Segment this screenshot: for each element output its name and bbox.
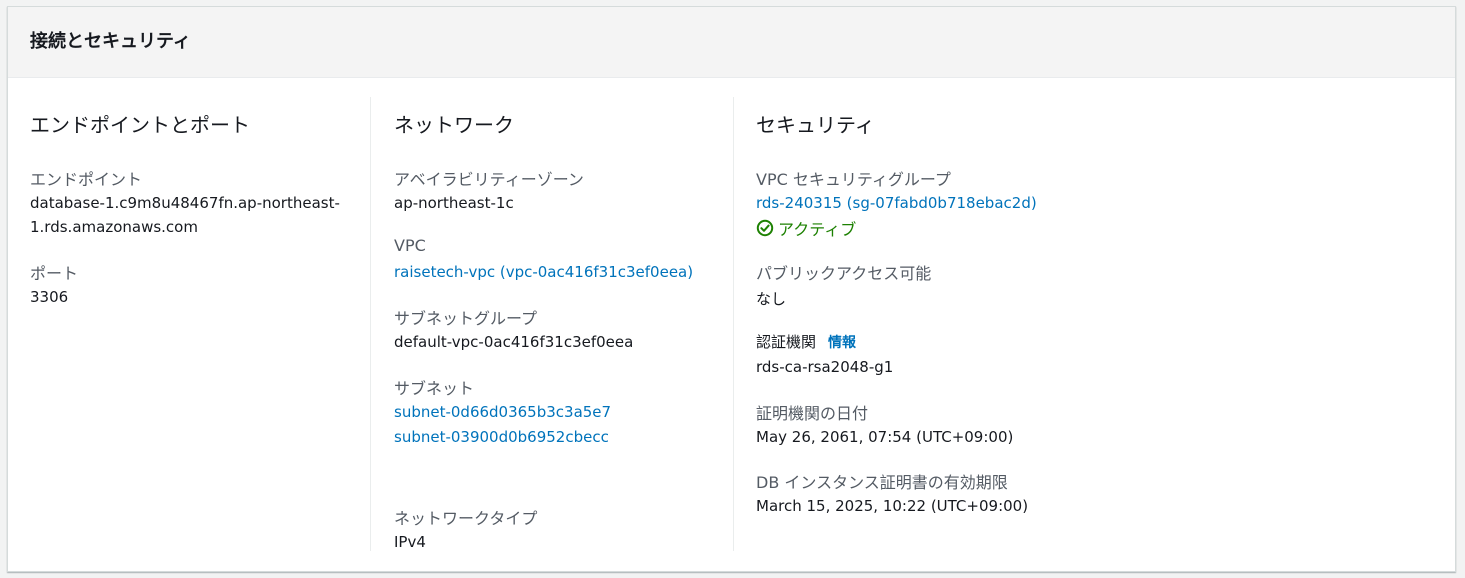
ca-label: 認証機関: [756, 333, 817, 351]
public-access-value: なし: [756, 290, 787, 308]
connectivity-security-panel: 接続とセキュリティ エンドポイントとポート エンドポイント database-1…: [7, 6, 1456, 572]
security-heading: セキュリティ: [756, 113, 875, 137]
endpoint-label: エンドポイント: [30, 170, 143, 189]
ca-value: rds-ca-rsa2048-g1: [756, 358, 894, 376]
ca-label-row: 認証機関 情報: [756, 331, 856, 352]
cert-expiry-value: March 15, 2025, 10:22 (UTC+09:00): [756, 497, 1029, 515]
endpoint-value-line2[interactable]: 1.rds.amazonaws.com: [30, 218, 198, 236]
vpc-link[interactable]: raisetech-vpc (vpc-0ac416f31c3ef0eea): [394, 263, 693, 281]
ca-date-label: 証明機関の日付: [756, 404, 869, 423]
subnet-link[interactable]: subnet-03900d0b6952cbecc: [394, 428, 609, 446]
subnets-label: サブネット: [394, 379, 475, 398]
network-type-value: IPv4: [394, 533, 426, 551]
endpoint-port-column: エンドポイントとポート エンドポイント database-1.c9m8u4846…: [8, 79, 370, 567]
az-value: ap-northeast-1c: [394, 194, 514, 212]
ca-info-link[interactable]: 情報: [828, 332, 856, 352]
cert-expiry-label: DB インスタンス証明書の有効期限: [756, 473, 1008, 492]
public-access-label: パブリックアクセス可能: [756, 264, 932, 283]
status-text: アクティブ: [778, 220, 857, 239]
network-column: ネットワーク アベイラビリティーゾーン ap-northeast-1c VPC …: [370, 97, 734, 551]
subnet-group-label: サブネットグループ: [394, 309, 538, 328]
endpoint-port-heading: エンドポイントとポート: [30, 113, 250, 137]
network-type-label: ネットワークタイプ: [394, 509, 538, 528]
panel-header: 接続とセキュリティ: [8, 7, 1455, 78]
subnet-link[interactable]: subnet-0d66d0365b3c3a5e7: [394, 403, 611, 421]
subnet-group-value: default-vpc-0ac416f31c3ef0eea: [394, 333, 634, 351]
endpoint-value-line1[interactable]: database-1.c9m8u48467fn.ap-northeast-: [30, 194, 340, 212]
status-positive-icon: [756, 219, 774, 237]
security-column: セキュリティ VPC セキュリティグループ rds-240315 (sg-07f…: [733, 97, 1456, 551]
security-group-link[interactable]: rds-240315 (sg-07fabd0b718ebac2d): [756, 194, 1037, 212]
port-value: 3306: [30, 288, 69, 306]
vpc-label: VPC: [394, 236, 426, 255]
ca-date-value: May 26, 2061, 07:54 (UTC+09:00): [756, 428, 1014, 446]
port-label: ポート: [30, 264, 79, 283]
network-heading: ネットワーク: [394, 113, 514, 137]
security-group-label: VPC セキュリティグループ: [756, 170, 951, 189]
az-label: アベイラビリティーゾーン: [394, 170, 584, 189]
panel-title: 接続とセキュリティ: [30, 31, 191, 52]
security-group-status: アクティブ: [756, 216, 856, 240]
